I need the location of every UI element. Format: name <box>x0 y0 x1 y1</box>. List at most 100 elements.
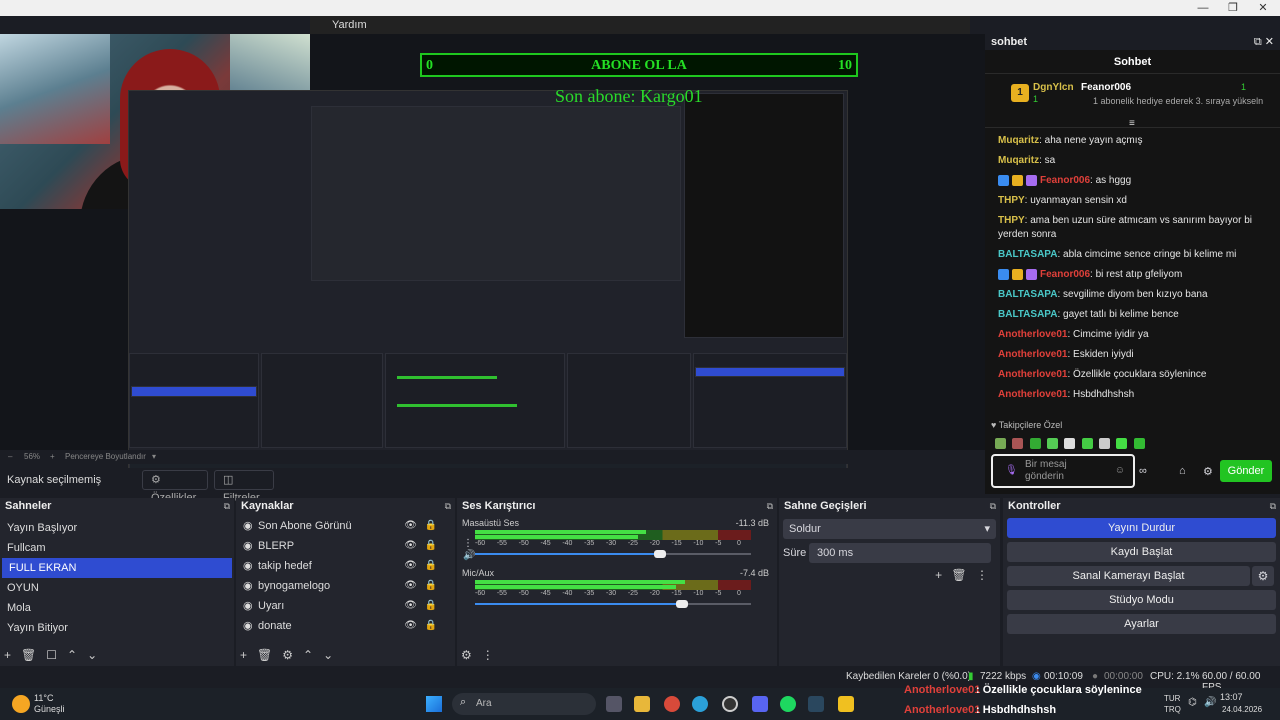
chevron-down-icon[interactable]: ⌄ <box>323 648 333 662</box>
source-item[interactable]: ◉ Son Abone Görünü 👁 🔒 <box>236 516 455 536</box>
volume-icon[interactable]: 🔊 <box>1204 697 1216 708</box>
eye-icon[interactable]: 👁 <box>404 556 417 576</box>
add-icon[interactable]: + <box>4 648 11 662</box>
chevron-down-icon[interactable]: ⌄ <box>87 648 97 662</box>
dock-undock-icon[interactable]: ⧉ <box>1270 498 1276 514</box>
emoji-icon[interactable]: ☺ <box>1115 465 1125 476</box>
emote-icon[interactable] <box>995 438 1006 450</box>
edge-icon[interactable] <box>692 696 708 712</box>
send-button[interactable]: Gönder <box>1220 460 1272 482</box>
chrome-icon[interactable] <box>664 696 680 712</box>
source-item[interactable]: ◉ takip hedef 👁 🔒 <box>236 556 455 576</box>
windows-start-icon[interactable] <box>426 696 442 712</box>
spotify-icon[interactable] <box>780 696 796 712</box>
expand-icon[interactable]: ≡ <box>1129 118 1135 129</box>
add-icon[interactable]: + <box>935 568 942 582</box>
emote-icon[interactable] <box>1047 438 1059 450</box>
obs-icon[interactable] <box>722 696 738 712</box>
lock-icon[interactable]: 🔒 <box>425 576 437 596</box>
dock-undock-icon[interactable]: ⧉ <box>445 498 451 514</box>
chat-username[interactable]: THPY <box>998 215 1025 226</box>
properties-button[interactable]: ⚙ Özellikler <box>142 470 208 504</box>
emote-icon[interactable] <box>1099 438 1111 450</box>
scene-item[interactable]: Yayın Başlıyor <box>0 518 234 538</box>
source-item[interactable]: ◉ BLERP 👁 🔒 <box>236 536 455 556</box>
eye-icon[interactable]: 👁 <box>404 536 417 556</box>
kebab-menu-icon[interactable]: ⋮ <box>976 568 988 582</box>
dock-undock-icon[interactable]: ⧉ ✕ <box>1254 34 1274 50</box>
chat-username[interactable]: Anotherlove01 <box>998 369 1067 380</box>
stop-streaming-button[interactable]: Yayını Durdur <box>1007 518 1276 538</box>
chat-username[interactable]: THPY <box>998 195 1025 206</box>
source-item[interactable]: ◉ bynogamelogo 👁 🔒 <box>236 576 455 596</box>
dock-undock-icon[interactable]: ⧉ <box>990 498 996 514</box>
lock-icon[interactable]: 🔒 <box>425 516 437 536</box>
chat-username[interactable]: Anotherlove01 <box>998 349 1067 360</box>
chevron-up-icon[interactable]: ⌃ <box>67 648 77 662</box>
scene-item[interactable]: Mola <box>0 598 234 618</box>
mic-icon[interactable]: 🎙 <box>1005 465 1018 476</box>
discord-icon[interactable] <box>752 696 768 712</box>
task-view-icon[interactable] <box>606 696 622 712</box>
studio-mode-button[interactable]: Stüdyo Modu <box>1007 590 1276 610</box>
trash-icon[interactable]: 🗑 <box>21 648 36 662</box>
zoom-out-button[interactable]: – <box>8 452 12 461</box>
zoom-in-button[interactable]: + <box>50 452 55 461</box>
network-icon[interactable]: ⌬ <box>1188 697 1197 708</box>
emote-icon[interactable] <box>1081 438 1093 450</box>
chevron-down-icon[interactable]: ▾ <box>152 452 156 461</box>
eye-icon[interactable]: 👁 <box>404 576 417 596</box>
maximize-icon[interactable]: ❐ <box>1218 0 1248 16</box>
file-explorer-icon[interactable] <box>634 696 650 712</box>
chat-username[interactable]: Feanor006 <box>1040 269 1090 280</box>
scene-item[interactable]: OYUN <box>0 578 234 598</box>
store-icon[interactable]: ⌂ <box>1179 465 1186 477</box>
lock-icon[interactable]: 🔒 <box>425 596 437 616</box>
chat-username[interactable]: BALTASAPA <box>998 289 1057 300</box>
minimize-icon[interactable]: — <box>1188 0 1218 16</box>
add-icon[interactable]: + <box>240 648 247 662</box>
fit-window-select[interactable]: Pencereye Boyutlandır <box>65 452 146 461</box>
transition-select[interactable]: Soldur ▾ <box>783 519 996 539</box>
clock-time[interactable]: 13:07 <box>1220 692 1243 702</box>
filters-button[interactable]: ◫ Filtreler <box>214 470 274 504</box>
chat-username[interactable]: Feanor006 <box>1040 175 1090 186</box>
clock-date[interactable]: 24.04.2026 <box>1222 705 1262 714</box>
emote-icon[interactable] <box>1029 438 1041 450</box>
lock-icon[interactable]: 🔒 <box>425 536 437 556</box>
steam-icon[interactable] <box>808 696 824 712</box>
preview-canvas[interactable]: 0 ABONE OL LA 10 Son abone: Kargo01 <box>0 34 985 480</box>
trash-icon[interactable]: 🗑 <box>951 568 966 582</box>
config-icon[interactable]: ☐ <box>46 648 57 662</box>
scene-item[interactable]: Yayın Bitiyor <box>0 618 234 638</box>
source-item[interactable]: ◉ donate 👁 🔒 <box>236 616 455 636</box>
emote-icon[interactable] <box>1133 438 1145 450</box>
emote-icon[interactable] <box>1012 438 1024 450</box>
chat-username[interactable]: BALTASAPA <box>998 249 1057 260</box>
duration-input[interactable]: 300 ms <box>809 543 991 563</box>
eye-icon[interactable]: 👁 <box>404 616 417 636</box>
chat-username[interactable]: BALTASAPA <box>998 309 1057 320</box>
link-icon[interactable]: ∞ <box>1139 465 1147 477</box>
lock-icon[interactable]: 🔒 <box>425 616 437 636</box>
taskbar-search[interactable]: ⌕ Ara <box>452 693 596 715</box>
source-item[interactable]: ◉ Uyarı 👁 🔒 <box>236 596 455 616</box>
chat-username[interactable]: Muqaritz <box>998 135 1039 146</box>
chat-username[interactable]: Anotherlove01 <box>998 329 1067 340</box>
lang-indicator[interactable]: TUR <box>1164 694 1180 703</box>
eye-icon[interactable]: 👁 <box>404 596 417 616</box>
start-recording-button[interactable]: Kaydı Başlat <box>1007 542 1276 562</box>
kebab-menu-icon[interactable]: ⋮ <box>463 538 473 549</box>
settings-button[interactable]: Ayarlar <box>1007 614 1276 634</box>
chevron-up-icon[interactable]: ⌃ <box>303 648 313 662</box>
close-icon[interactable]: ✕ <box>1248 0 1278 16</box>
volume-slider[interactable] <box>475 600 751 608</box>
trash-icon[interactable]: 🗑 <box>257 648 272 662</box>
chat-username[interactable]: Muqaritz <box>998 155 1039 166</box>
advanced-audio-icon[interactable]: ⚙ <box>461 648 472 662</box>
app-icon[interactable] <box>838 696 854 712</box>
emote-icon[interactable] <box>1116 438 1128 450</box>
volume-slider[interactable] <box>475 550 751 558</box>
scene-item-selected[interactable]: FULL EKRAN <box>2 558 232 578</box>
speaker-icon[interactable]: 🔊 <box>463 550 475 561</box>
